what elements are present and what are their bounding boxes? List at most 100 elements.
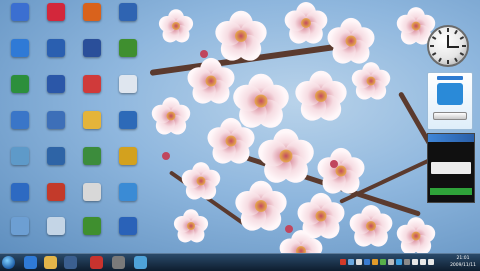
utility-icon [83, 217, 101, 235]
cherry-blossom [281, 2, 331, 48]
tray-icon[interactable] [364, 259, 370, 265]
settings-icon [11, 217, 29, 235]
network-icon[interactable] [420, 259, 426, 265]
cherry-blossom [324, 17, 378, 69]
taskbar: 21:01 2009/11/11 [0, 253, 480, 271]
desktop-icon-ie[interactable] [110, 110, 146, 146]
desktop-icon-chat[interactable] [38, 2, 74, 38]
desktop-icon-disc[interactable] [38, 146, 74, 182]
taskbar-app-icon[interactable] [112, 256, 125, 269]
desktop-icon-app[interactable] [2, 110, 38, 146]
clock-minute-hand [447, 46, 459, 48]
desktop-icon-viewer[interactable] [74, 74, 110, 110]
cherry-blossom [156, 9, 196, 46]
clock-gadget[interactable] [427, 25, 469, 67]
cherry-blossom [276, 230, 326, 253]
taskbar-app-icon[interactable] [90, 256, 103, 269]
desktop-icon-windows7[interactable] [110, 2, 146, 38]
desktop-icon-globe[interactable] [38, 38, 74, 74]
desktop-icon-browser[interactable] [74, 2, 110, 38]
tray-icon[interactable] [396, 259, 402, 265]
desktop-icon-media[interactable] [2, 182, 38, 218]
tray-icon[interactable] [348, 259, 354, 265]
taskbar-app-icon[interactable] [134, 256, 147, 269]
extra-icon [119, 217, 137, 235]
desktop-icon-settings[interactable] [2, 216, 38, 252]
globe-icon [47, 39, 65, 57]
desktop-icon-document[interactable] [38, 216, 74, 252]
desktop-icon-music[interactable] [110, 74, 146, 110]
desktop-icon-tree[interactable] [74, 146, 110, 182]
desktop-icon-picasa[interactable] [110, 182, 146, 218]
cherry-blossom [346, 205, 396, 251]
desktop-icon-extra[interactable] [110, 216, 146, 252]
blossom-center [187, 222, 195, 230]
desktop-icon-computer[interactable] [2, 2, 38, 38]
windows7-icon [119, 3, 137, 21]
desktop-icon-utility[interactable] [74, 216, 110, 252]
tray-icon[interactable] [412, 259, 418, 265]
tray-icon[interactable] [356, 259, 362, 265]
blossom-bud [200, 50, 208, 58]
volume-icon[interactable] [428, 259, 434, 265]
desktop-icon-notepad[interactable] [74, 182, 110, 218]
cherry-blossom [394, 217, 438, 253]
taskbar-explorer-icon[interactable] [44, 256, 57, 269]
clock-tick [459, 52, 465, 56]
news-gadget[interactable] [427, 133, 475, 203]
mail-icon [83, 39, 101, 57]
clock-tick [462, 45, 466, 47]
desktop-icon-photo[interactable] [74, 110, 110, 146]
disc-icon [47, 147, 65, 165]
blossom-center [345, 35, 357, 47]
tray-icon[interactable] [380, 259, 386, 265]
blossom-center [411, 21, 421, 31]
clock-hour-hand [447, 35, 449, 46]
desktop-icon-tools[interactable] [38, 74, 74, 110]
cherry-blossom [232, 180, 290, 236]
start-button[interactable] [2, 256, 15, 269]
clock-tick [431, 52, 437, 56]
blossom-center [255, 200, 267, 212]
clock-tick [454, 29, 458, 35]
tray-icon[interactable] [404, 259, 410, 265]
clock-tick [430, 45, 434, 47]
taskbar-ie-icon[interactable] [24, 256, 37, 269]
desktop-icon-user[interactable] [2, 74, 38, 110]
blossom-bud [285, 225, 293, 233]
game-icon [47, 183, 65, 201]
cherry-blossom [204, 117, 258, 169]
computer-icon [11, 3, 29, 21]
desktop-icon-green-app[interactable] [110, 38, 146, 74]
tray-icon[interactable] [340, 259, 346, 265]
cherry-blossom [254, 128, 318, 189]
blossom-center [235, 30, 247, 42]
viewer-icon [83, 75, 101, 93]
desktop-icon-control-panel[interactable] [2, 38, 38, 74]
blossom-center [166, 111, 176, 121]
blossom-center [172, 22, 180, 30]
cherry-blossom [349, 62, 393, 104]
desktop-icon-game[interactable] [38, 182, 74, 218]
desktop-icon-mail[interactable] [74, 38, 110, 74]
tray-icon[interactable] [388, 259, 394, 265]
clock-tick [447, 60, 449, 64]
picasa-icon [119, 183, 137, 201]
taskbar-time: 21:01 [456, 256, 470, 261]
ad-gadget[interactable] [427, 72, 473, 130]
blossom-center [225, 135, 237, 147]
desktop-icon-chrome[interactable] [110, 146, 146, 182]
ad-button[interactable] [433, 112, 467, 120]
browser-icon [83, 3, 101, 21]
ad-logo [437, 76, 463, 80]
chrome-icon [119, 147, 137, 165]
green-app-icon [119, 39, 137, 57]
tray-icon[interactable] [372, 259, 378, 265]
ad-label [428, 105, 472, 110]
taskbar-media-icon[interactable] [64, 256, 77, 269]
taskbar-clock[interactable]: 21:01 2009/11/11 [450, 255, 476, 269]
chat-icon [47, 3, 65, 21]
desktop-icon-network[interactable] [2, 146, 38, 182]
desktop-icon-folder[interactable] [38, 110, 74, 146]
notepad-icon [83, 183, 101, 201]
